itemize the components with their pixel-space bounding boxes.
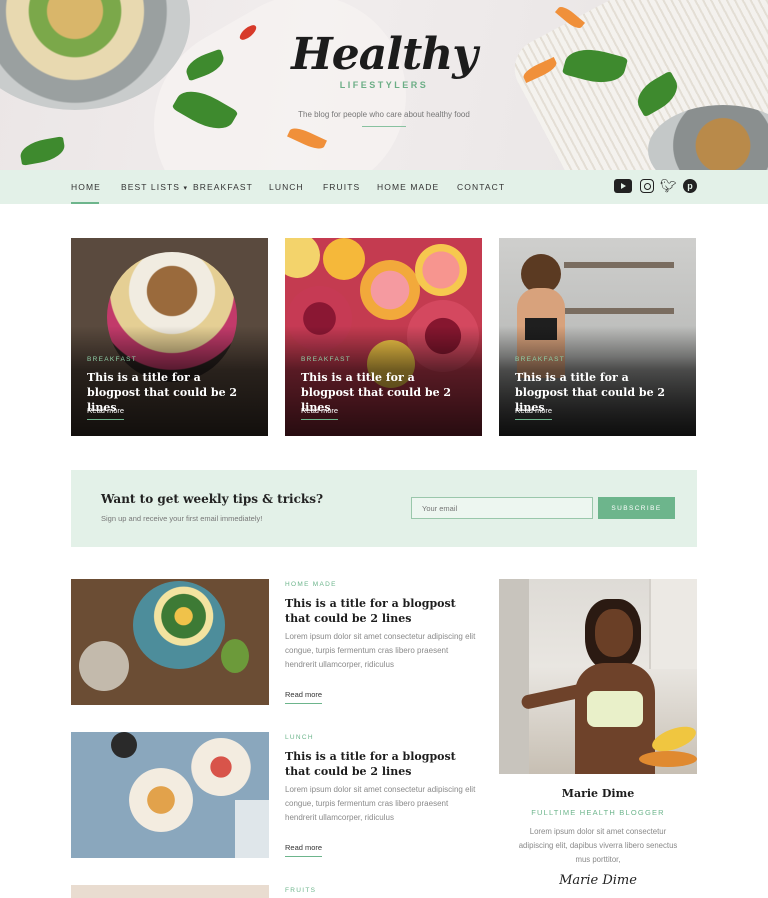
card-category: BREAKFAST [87, 356, 137, 363]
read-more-link[interactable]: Read more [301, 406, 339, 420]
site-tagline: The blog for people who care about healt… [298, 110, 470, 119]
flowers-image [79, 641, 129, 691]
nav-item-lunch[interactable]: LUNCH [269, 182, 304, 192]
instagram-icon[interactable] [640, 179, 654, 193]
salad-plate-image [133, 581, 225, 669]
post-thumbnail[interactable] [71, 732, 269, 858]
kitchen-background-image [499, 579, 529, 774]
nav-active-indicator [71, 202, 99, 204]
post-category: FRUITS [285, 887, 317, 894]
grapefruit-image [415, 244, 467, 296]
chevron-down-icon: ▾ [183, 185, 189, 192]
nav-item-home[interactable]: HOME [71, 182, 101, 192]
tagline-divider [362, 126, 406, 127]
fruit-bowl-image [129, 768, 193, 832]
author-signature: Marie Dime [559, 873, 637, 888]
author-photo [499, 579, 697, 774]
post-excerpt: Lorem ipsum dolor sit amet consectetur a… [285, 632, 476, 669]
fruit-image [285, 238, 320, 278]
post-thumbnail[interactable] [71, 579, 269, 705]
post-category: LUNCH [285, 734, 314, 741]
nav-item-breakfast[interactable]: BREAKFAST [193, 182, 253, 192]
card-category: BREAKFAST [515, 356, 565, 363]
featured-card[interactable]: BREAKFAST This is a title for a blogpost… [71, 238, 268, 436]
author-role: FULLTIME HEALTH BLOGGER [531, 808, 665, 817]
post-excerpt: Lorem ipsum dolor sit amet consectetur a… [285, 785, 476, 822]
author-bio: Lorem ipsum dolor sit amet consectetur a… [518, 827, 678, 864]
newsletter-subtitle: Sign up and receive your first email imm… [101, 514, 263, 523]
author-face-image [595, 609, 633, 657]
post-thumbnail[interactable] [71, 885, 269, 898]
vegetables-image [639, 751, 697, 767]
avocado-image [221, 639, 249, 673]
grapefruit-image [360, 260, 420, 320]
kitchen-shelf-image [564, 262, 674, 268]
read-more-link[interactable]: Read more [515, 406, 553, 420]
fruit-image [323, 238, 365, 280]
pinterest-icon[interactable]: p [683, 179, 697, 193]
read-more-link[interactable]: Read more [285, 690, 323, 704]
post-title[interactable]: This is a title for a blogpost that coul… [285, 596, 475, 626]
twitter-icon[interactable]: 🐦︎ [660, 179, 677, 193]
featured-card[interactable]: BREAKFAST This is a title for a blogpost… [499, 238, 696, 436]
kitchen-shelf-image [564, 308, 674, 314]
subscribe-button[interactable]: SUBSCRIBE [598, 497, 675, 519]
read-more-link[interactable]: Read more [87, 406, 125, 420]
author-name: Marie Dime [561, 787, 635, 800]
card-category: BREAKFAST [301, 356, 351, 363]
nav-item-home-made[interactable]: HOME MADE [377, 182, 439, 192]
site-logo[interactable]: Healthy LIFESTYLERS [284, 28, 484, 90]
author-top-image [587, 691, 643, 727]
coffee-cup-image [111, 732, 137, 758]
hero-banner: Healthy LIFESTYLERS The blog for people … [0, 0, 768, 170]
featured-card[interactable]: BREAKFAST This is a title for a blogpost… [285, 238, 482, 436]
logo-wordmark: Healthy [291, 29, 478, 80]
post-title[interactable]: This is a title for a blogpost that coul… [285, 749, 475, 779]
email-input[interactable] [411, 497, 593, 519]
fruit-bowl-image [191, 738, 251, 796]
kitchen-cabinet-image [649, 579, 697, 669]
nav-item-fruits[interactable]: FRUITS [323, 182, 360, 192]
nav-item-best-lists[interactable]: BEST LISTS ▾ [121, 182, 188, 192]
herb-leaf-image [18, 136, 67, 166]
nav-item-label: BEST LISTS [121, 182, 181, 192]
read-more-link[interactable]: Read more [285, 843, 323, 857]
newsletter-title: Want to get weekly tips & tricks? [101, 492, 324, 506]
newsletter-signup: Want to get weekly tips & tricks? Sign u… [71, 470, 697, 547]
nav-item-contact[interactable]: CONTACT [457, 182, 505, 192]
post-category: HOME MADE [285, 581, 337, 588]
napkin-image [235, 800, 269, 858]
youtube-icon[interactable] [614, 179, 632, 193]
